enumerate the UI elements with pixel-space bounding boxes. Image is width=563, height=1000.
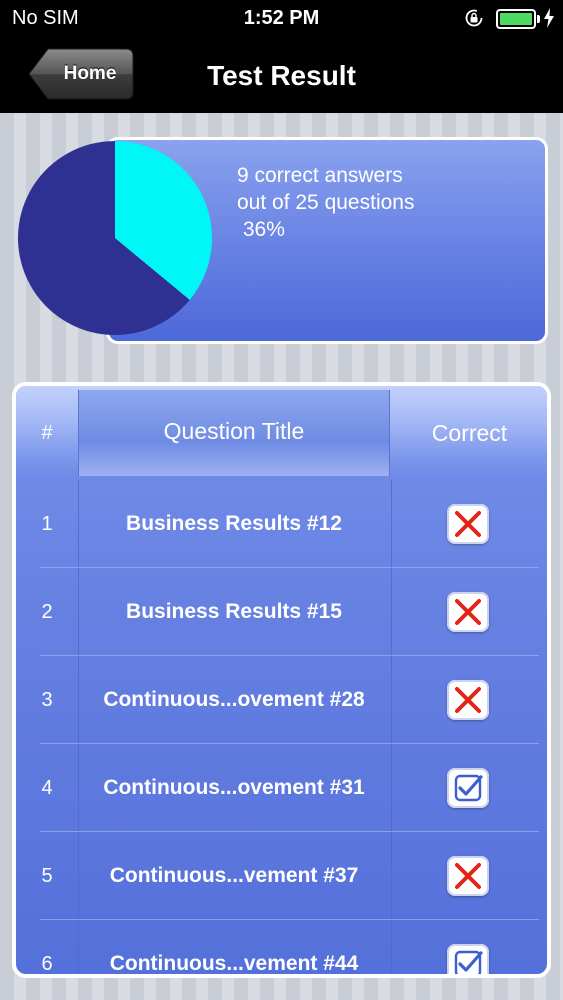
row-correct-cell: [392, 920, 547, 974]
row-question-title: Continuous...ovement #28: [103, 688, 365, 711]
cross-icon: [447, 856, 489, 896]
table-row[interactable]: 5 Continuous...vement #37: [16, 832, 547, 920]
row-number: 5: [41, 865, 53, 887]
charging-bolt-icon: [544, 8, 554, 28]
navigation-bar: Home Test Result: [0, 38, 563, 113]
table-header: # Question Title Correct: [16, 386, 547, 480]
row-correct-cell: [392, 656, 547, 744]
header-question-title[interactable]: Question Title: [78, 390, 390, 476]
checkmark-icon: [447, 944, 489, 974]
table-row[interactable]: 3 Continuous...ovement #28: [16, 656, 547, 744]
row-number: 1: [41, 513, 53, 535]
row-correct-cell: [392, 568, 547, 656]
battery-icon: [496, 9, 536, 29]
header-number: #: [41, 422, 53, 444]
status-bar: No SIM 1:52 PM: [0, 0, 563, 38]
cross-icon: [447, 504, 489, 544]
score-pie-chart: [17, 141, 212, 335]
row-correct-cell: [392, 480, 547, 568]
checkmark-icon: [447, 768, 489, 808]
table-row[interactable]: 4 Continuous...ovement #31: [16, 744, 547, 832]
row-correct-cell: [392, 744, 547, 832]
row-question-title: Business Results #15: [126, 600, 342, 623]
table-row[interactable]: 2 Business Results #15: [16, 568, 547, 656]
cross-icon: [447, 592, 489, 632]
row-question-title: Business Results #12: [126, 512, 342, 535]
results-rows: 1 Business Results #12 2 Business Results #…: [16, 480, 547, 975]
row-question-title: Continuous...ovement #31: [103, 776, 365, 799]
row-correct-cell: [392, 832, 547, 920]
battery-level: [500, 13, 532, 25]
results-table: # Question Title Correct 1 Business Resul…: [12, 382, 551, 978]
orientation-lock-icon: [465, 9, 483, 27]
row-number: 2: [41, 601, 53, 623]
row-number: 3: [41, 689, 53, 711]
score-summary-text: 9 correct answers out of 25 questions 36…: [237, 164, 415, 241]
home-back-button[interactable]: Home: [28, 48, 134, 100]
row-number: 4: [41, 777, 53, 799]
row-question-title: Continuous...vement #37: [109, 864, 359, 887]
cross-icon: [447, 680, 489, 720]
header-correct: Correct: [431, 420, 508, 446]
table-row[interactable]: 1 Business Results #12: [16, 480, 547, 568]
home-button-label: Home: [63, 63, 117, 84]
battery-tip: [537, 15, 540, 23]
row-number: 6: [41, 953, 53, 975]
table-row[interactable]: 6 Continuous...vement #44: [16, 920, 547, 975]
row-question-title: Continuous...vement #44: [109, 952, 359, 975]
